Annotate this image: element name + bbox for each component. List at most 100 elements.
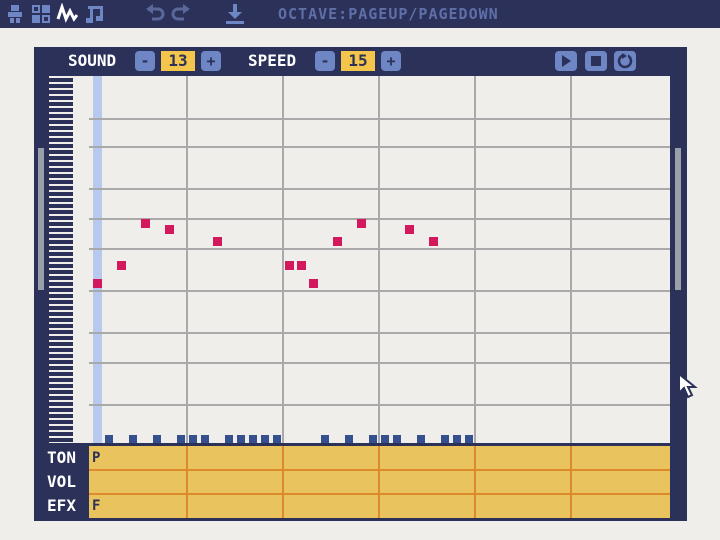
piano-key[interactable] <box>49 210 73 214</box>
step-marker <box>465 435 473 443</box>
piano-key[interactable] <box>49 168 73 172</box>
piano-key[interactable] <box>49 90 73 94</box>
piano-key[interactable] <box>49 174 73 178</box>
piano-key[interactable] <box>49 318 73 322</box>
piano-key[interactable] <box>49 384 73 388</box>
piano-key[interactable] <box>49 300 73 304</box>
note-mark[interactable] <box>429 237 438 246</box>
note-mark[interactable] <box>117 261 126 270</box>
music-editor-icon[interactable] <box>84 3 106 25</box>
sound-decrement-button[interactable]: - <box>135 51 155 71</box>
piano-key[interactable] <box>49 132 73 136</box>
image-editor-icon[interactable] <box>4 3 26 25</box>
speed-decrement-button[interactable]: - <box>315 51 335 71</box>
note-mark[interactable] <box>357 219 366 228</box>
piano-key[interactable] <box>49 96 73 100</box>
sound-editor-icon[interactable] <box>56 3 78 25</box>
note-mark[interactable] <box>309 279 318 288</box>
sound-increment-button[interactable]: + <box>201 51 221 71</box>
play-icon[interactable] <box>555 51 577 71</box>
note-mark[interactable] <box>213 237 222 246</box>
piano-key[interactable] <box>49 120 73 124</box>
piano-key[interactable] <box>49 204 73 208</box>
piano-keyboard[interactable] <box>49 76 89 443</box>
piano-key[interactable] <box>49 102 73 106</box>
loop-icon[interactable] <box>614 51 636 71</box>
piano-key[interactable] <box>49 78 73 82</box>
note-mark[interactable] <box>297 261 306 270</box>
piano-key[interactable] <box>49 186 73 190</box>
piano-key[interactable] <box>49 180 73 184</box>
piano-key[interactable] <box>49 126 73 130</box>
lane-divider <box>474 446 476 518</box>
piano-key[interactable] <box>49 162 73 166</box>
piano-key[interactable] <box>49 222 73 226</box>
piano-key[interactable] <box>49 240 73 244</box>
piano-key[interactable] <box>49 348 73 352</box>
tilemap-editor-icon[interactable] <box>30 3 52 25</box>
piano-key[interactable] <box>49 390 73 394</box>
piano-key[interactable] <box>49 216 73 220</box>
piano-key[interactable] <box>49 228 73 232</box>
note-mark[interactable] <box>405 225 414 234</box>
piano-key[interactable] <box>49 246 73 250</box>
piano-key[interactable] <box>49 252 73 256</box>
piano-key[interactable] <box>49 396 73 400</box>
note-mark[interactable] <box>141 219 150 228</box>
piano-key[interactable] <box>49 372 73 376</box>
note-mark[interactable] <box>93 279 102 288</box>
export-icon[interactable] <box>224 3 246 25</box>
left-scrollbar[interactable] <box>38 148 44 290</box>
piano-key[interactable] <box>49 84 73 88</box>
note-mark[interactable] <box>333 237 342 246</box>
playhead-column <box>93 76 102 443</box>
piano-key[interactable] <box>49 342 73 346</box>
redo-icon[interactable] <box>170 3 192 25</box>
piano-key[interactable] <box>49 192 73 196</box>
piano-key[interactable] <box>49 426 73 430</box>
piano-key[interactable] <box>49 270 73 274</box>
piano-key[interactable] <box>49 156 73 160</box>
parameter-lanes[interactable]: P F <box>89 446 670 518</box>
piano-key[interactable] <box>49 336 73 340</box>
piano-key[interactable] <box>49 408 73 412</box>
piano-key[interactable] <box>49 324 73 328</box>
piano-key[interactable] <box>49 282 73 286</box>
piano-key[interactable] <box>49 150 73 154</box>
piano-key[interactable] <box>49 294 73 298</box>
piano-key[interactable] <box>49 360 73 364</box>
piano-key[interactable] <box>49 414 73 418</box>
piano-key[interactable] <box>49 354 73 358</box>
tone-lane-first-value: P <box>92 450 101 466</box>
piano-key[interactable] <box>49 330 73 334</box>
piano-key[interactable] <box>49 234 73 238</box>
step-marker <box>441 435 449 443</box>
note-grid[interactable] <box>89 76 670 443</box>
piano-key[interactable] <box>49 138 73 142</box>
piano-key[interactable] <box>49 432 73 436</box>
piano-key[interactable] <box>49 366 73 370</box>
piano-key[interactable] <box>49 276 73 280</box>
piano-key[interactable] <box>49 438 73 442</box>
piano-key[interactable] <box>49 144 73 148</box>
speed-label: SPEED <box>248 51 297 70</box>
note-mark[interactable] <box>165 225 174 234</box>
piano-key[interactable] <box>49 420 73 424</box>
piano-key[interactable] <box>49 378 73 382</box>
piano-key[interactable] <box>49 312 73 316</box>
piano-key[interactable] <box>49 258 73 262</box>
note-mark[interactable] <box>285 261 294 270</box>
piano-key[interactable] <box>49 108 73 112</box>
piano-key[interactable] <box>49 306 73 310</box>
right-scrollbar[interactable] <box>675 148 681 290</box>
piano-key[interactable] <box>49 402 73 406</box>
piano-key[interactable] <box>49 264 73 268</box>
lane-divider <box>378 446 380 518</box>
speed-increment-button[interactable]: + <box>381 51 401 71</box>
piano-key[interactable] <box>49 198 73 202</box>
grid-line <box>186 76 188 443</box>
stop-icon[interactable] <box>585 51 607 71</box>
undo-icon[interactable] <box>144 3 166 25</box>
piano-key[interactable] <box>49 114 73 118</box>
piano-key[interactable] <box>49 288 73 292</box>
